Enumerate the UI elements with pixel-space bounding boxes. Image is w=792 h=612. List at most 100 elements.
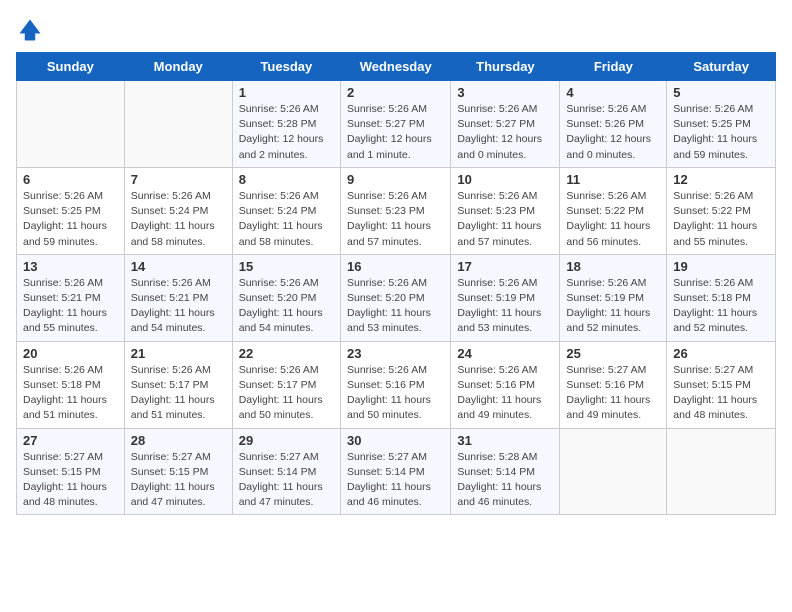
day-info: Sunrise: 5:27 AMSunset: 5:15 PMDaylight:… <box>673 363 769 424</box>
day-number: 3 <box>457 85 553 100</box>
day-number: 17 <box>457 259 553 274</box>
day-info: Sunrise: 5:26 AMSunset: 5:23 PMDaylight:… <box>457 189 553 250</box>
calendar-cell: 6 Sunrise: 5:26 AMSunset: 5:25 PMDaylight… <box>17 167 125 254</box>
day-info: Sunrise: 5:26 AMSunset: 5:20 PMDaylight:… <box>347 276 444 337</box>
calendar-cell: 22 Sunrise: 5:26 AMSunset: 5:17 PMDayligh… <box>232 341 340 428</box>
day-info: Sunrise: 5:26 AMSunset: 5:21 PMDaylight:… <box>23 276 118 337</box>
day-number: 15 <box>239 259 334 274</box>
calendar-cell: 13 Sunrise: 5:26 AMSunset: 5:21 PMDayligh… <box>17 254 125 341</box>
day-number: 10 <box>457 172 553 187</box>
calendar-cell: 27 Sunrise: 5:27 AMSunset: 5:15 PMDayligh… <box>17 428 125 515</box>
day-info: Sunrise: 5:26 AMSunset: 5:18 PMDaylight:… <box>23 363 118 424</box>
day-number: 2 <box>347 85 444 100</box>
day-number: 18 <box>566 259 660 274</box>
calendar-cell: 9 Sunrise: 5:26 AMSunset: 5:23 PMDaylight… <box>340 167 450 254</box>
day-info: Sunrise: 5:26 AMSunset: 5:24 PMDaylight:… <box>239 189 334 250</box>
day-info: Sunrise: 5:26 AMSunset: 5:24 PMDaylight:… <box>131 189 226 250</box>
day-info: Sunrise: 5:26 AMSunset: 5:25 PMDaylight:… <box>673 102 769 163</box>
calendar-cell: 10 Sunrise: 5:26 AMSunset: 5:23 PMDayligh… <box>451 167 560 254</box>
day-number: 5 <box>673 85 769 100</box>
day-info: Sunrise: 5:27 AMSunset: 5:14 PMDaylight:… <box>347 450 444 511</box>
day-info: Sunrise: 5:26 AMSunset: 5:19 PMDaylight:… <box>566 276 660 337</box>
day-number: 14 <box>131 259 226 274</box>
day-number: 22 <box>239 346 334 361</box>
day-info: Sunrise: 5:26 AMSunset: 5:23 PMDaylight:… <box>347 189 444 250</box>
day-number: 27 <box>23 433 118 448</box>
calendar-cell: 7 Sunrise: 5:26 AMSunset: 5:24 PMDaylight… <box>124 167 232 254</box>
day-info: Sunrise: 5:27 AMSunset: 5:16 PMDaylight:… <box>566 363 660 424</box>
calendar-week-1: 1 Sunrise: 5:26 AMSunset: 5:28 PMDaylight… <box>17 81 776 168</box>
calendar-table: SundayMondayTuesdayWednesdayThursdayFrid… <box>16 52 776 515</box>
calendar-week-3: 13 Sunrise: 5:26 AMSunset: 5:21 PMDayligh… <box>17 254 776 341</box>
day-info: Sunrise: 5:26 AMSunset: 5:25 PMDaylight:… <box>23 189 118 250</box>
calendar-cell: 18 Sunrise: 5:26 AMSunset: 5:19 PMDayligh… <box>560 254 667 341</box>
day-info: Sunrise: 5:26 AMSunset: 5:26 PMDaylight:… <box>566 102 660 163</box>
calendar-cell: 2 Sunrise: 5:26 AMSunset: 5:27 PMDaylight… <box>340 81 450 168</box>
calendar-cell: 23 Sunrise: 5:26 AMSunset: 5:16 PMDayligh… <box>340 341 450 428</box>
day-number: 1 <box>239 85 334 100</box>
calendar-week-2: 6 Sunrise: 5:26 AMSunset: 5:25 PMDaylight… <box>17 167 776 254</box>
day-number: 16 <box>347 259 444 274</box>
calendar-cell: 4 Sunrise: 5:26 AMSunset: 5:26 PMDaylight… <box>560 81 667 168</box>
day-number: 9 <box>347 172 444 187</box>
day-number: 20 <box>23 346 118 361</box>
calendar-cell: 19 Sunrise: 5:26 AMSunset: 5:18 PMDayligh… <box>667 254 776 341</box>
calendar-cell: 15 Sunrise: 5:26 AMSunset: 5:20 PMDayligh… <box>232 254 340 341</box>
day-number: 11 <box>566 172 660 187</box>
calendar-cell: 12Sunrise: 5:26 AMSunset: 5:22 PMDayligh… <box>667 167 776 254</box>
day-number: 12 <box>673 172 769 187</box>
day-number: 24 <box>457 346 553 361</box>
day-number: 13 <box>23 259 118 274</box>
calendar-cell: 29Sunrise: 5:27 AMSunset: 5:14 PMDayligh… <box>232 428 340 515</box>
day-header-tuesday: Tuesday <box>232 53 340 81</box>
day-info: Sunrise: 5:26 AMSunset: 5:20 PMDaylight:… <box>239 276 334 337</box>
calendar-cell: 26Sunrise: 5:27 AMSunset: 5:15 PMDayligh… <box>667 341 776 428</box>
day-info: Sunrise: 5:26 AMSunset: 5:27 PMDaylight:… <box>457 102 553 163</box>
day-info: Sunrise: 5:27 AMSunset: 5:15 PMDaylight:… <box>131 450 226 511</box>
calendar-week-5: 27 Sunrise: 5:27 AMSunset: 5:15 PMDayligh… <box>17 428 776 515</box>
calendar-cell: 3 Sunrise: 5:26 AMSunset: 5:27 PMDaylight… <box>451 81 560 168</box>
calendar-cell <box>17 81 125 168</box>
day-number: 4 <box>566 85 660 100</box>
day-number: 31 <box>457 433 553 448</box>
logo <box>16 16 48 44</box>
day-header-saturday: Saturday <box>667 53 776 81</box>
calendar-cell: 8 Sunrise: 5:26 AMSunset: 5:24 PMDaylight… <box>232 167 340 254</box>
day-number: 8 <box>239 172 334 187</box>
calendar-cell <box>667 428 776 515</box>
day-info: Sunrise: 5:26 AMSunset: 5:16 PMDaylight:… <box>457 363 553 424</box>
day-info: Sunrise: 5:26 AMSunset: 5:16 PMDaylight:… <box>347 363 444 424</box>
day-info: Sunrise: 5:26 AMSunset: 5:17 PMDaylight:… <box>131 363 226 424</box>
day-number: 6 <box>23 172 118 187</box>
day-info: Sunrise: 5:26 AMSunset: 5:27 PMDaylight:… <box>347 102 444 163</box>
day-number: 25 <box>566 346 660 361</box>
day-header-wednesday: Wednesday <box>340 53 450 81</box>
calendar-cell: 21 Sunrise: 5:26 AMSunset: 5:17 PMDayligh… <box>124 341 232 428</box>
calendar-cell: 14 Sunrise: 5:26 AMSunset: 5:21 PMDayligh… <box>124 254 232 341</box>
day-info: Sunrise: 5:26 AMSunset: 5:19 PMDaylight:… <box>457 276 553 337</box>
day-header-friday: Friday <box>560 53 667 81</box>
calendar-cell <box>124 81 232 168</box>
day-header-monday: Monday <box>124 53 232 81</box>
calendar-cell: 25 Sunrise: 5:27 AMSunset: 5:16 PMDayligh… <box>560 341 667 428</box>
day-info: Sunrise: 5:26 AMSunset: 5:17 PMDaylight:… <box>239 363 334 424</box>
day-info: Sunrise: 5:26 AMSunset: 5:21 PMDaylight:… <box>131 276 226 337</box>
calendar-cell: 17 Sunrise: 5:26 AMSunset: 5:19 PMDayligh… <box>451 254 560 341</box>
day-number: 7 <box>131 172 226 187</box>
day-info: Sunrise: 5:27 AMSunset: 5:14 PMDaylight:… <box>239 450 334 511</box>
calendar-cell: 30 Sunrise: 5:27 AMSunset: 5:14 PMDayligh… <box>340 428 450 515</box>
calendar-cell <box>560 428 667 515</box>
day-number: 19 <box>673 259 769 274</box>
calendar-cell: 16 Sunrise: 5:26 AMSunset: 5:20 PMDayligh… <box>340 254 450 341</box>
day-info: Sunrise: 5:26 AMSunset: 5:28 PMDaylight:… <box>239 102 334 163</box>
day-number: 21 <box>131 346 226 361</box>
day-header-thursday: Thursday <box>451 53 560 81</box>
day-number: 30 <box>347 433 444 448</box>
day-info: Sunrise: 5:27 AMSunset: 5:15 PMDaylight:… <box>23 450 118 511</box>
day-number: 23 <box>347 346 444 361</box>
calendar-week-4: 20 Sunrise: 5:26 AMSunset: 5:18 PMDayligh… <box>17 341 776 428</box>
calendar-cell: 11Sunrise: 5:26 AMSunset: 5:22 PMDayligh… <box>560 167 667 254</box>
day-info: Sunrise: 5:26 AMSunset: 5:18 PMDaylight:… <box>673 276 769 337</box>
day-number: 28 <box>131 433 226 448</box>
day-info: Sunrise: 5:28 AMSunset: 5:14 PMDaylight:… <box>457 450 553 511</box>
